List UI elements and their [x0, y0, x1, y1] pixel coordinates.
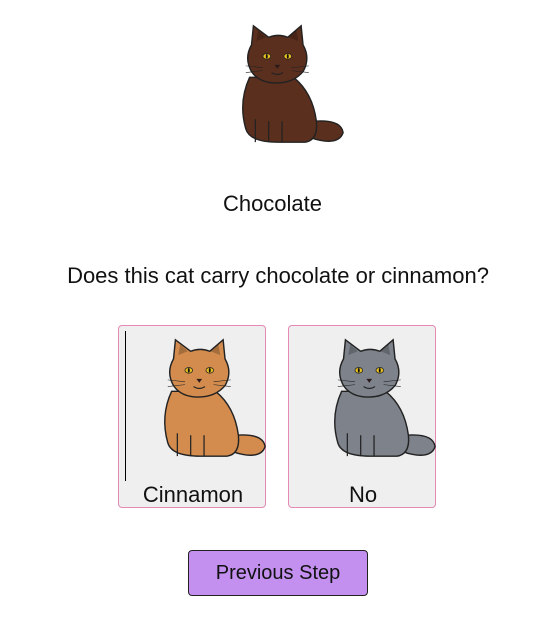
question-text: Does this cat carry chocolate or cinnamo…: [67, 263, 489, 288]
text-cursor: [125, 331, 126, 481]
option-cinnamon-button[interactable]: Cinnamon: [118, 325, 266, 508]
cat-icon: [313, 336, 437, 460]
option-no-button[interactable]: No: [288, 325, 436, 508]
breed-title: Chocolate: [222, 191, 323, 216]
option-label: No: [348, 482, 378, 507]
page: Chocolate Does this cat carry chocolate …: [0, 0, 545, 628]
cat-icon: [218, 22, 348, 146]
previous-step-button[interactable]: Previous Step: [188, 550, 368, 596]
option-label: Cinnamon: [142, 482, 244, 507]
cat-icon: [143, 336, 267, 460]
